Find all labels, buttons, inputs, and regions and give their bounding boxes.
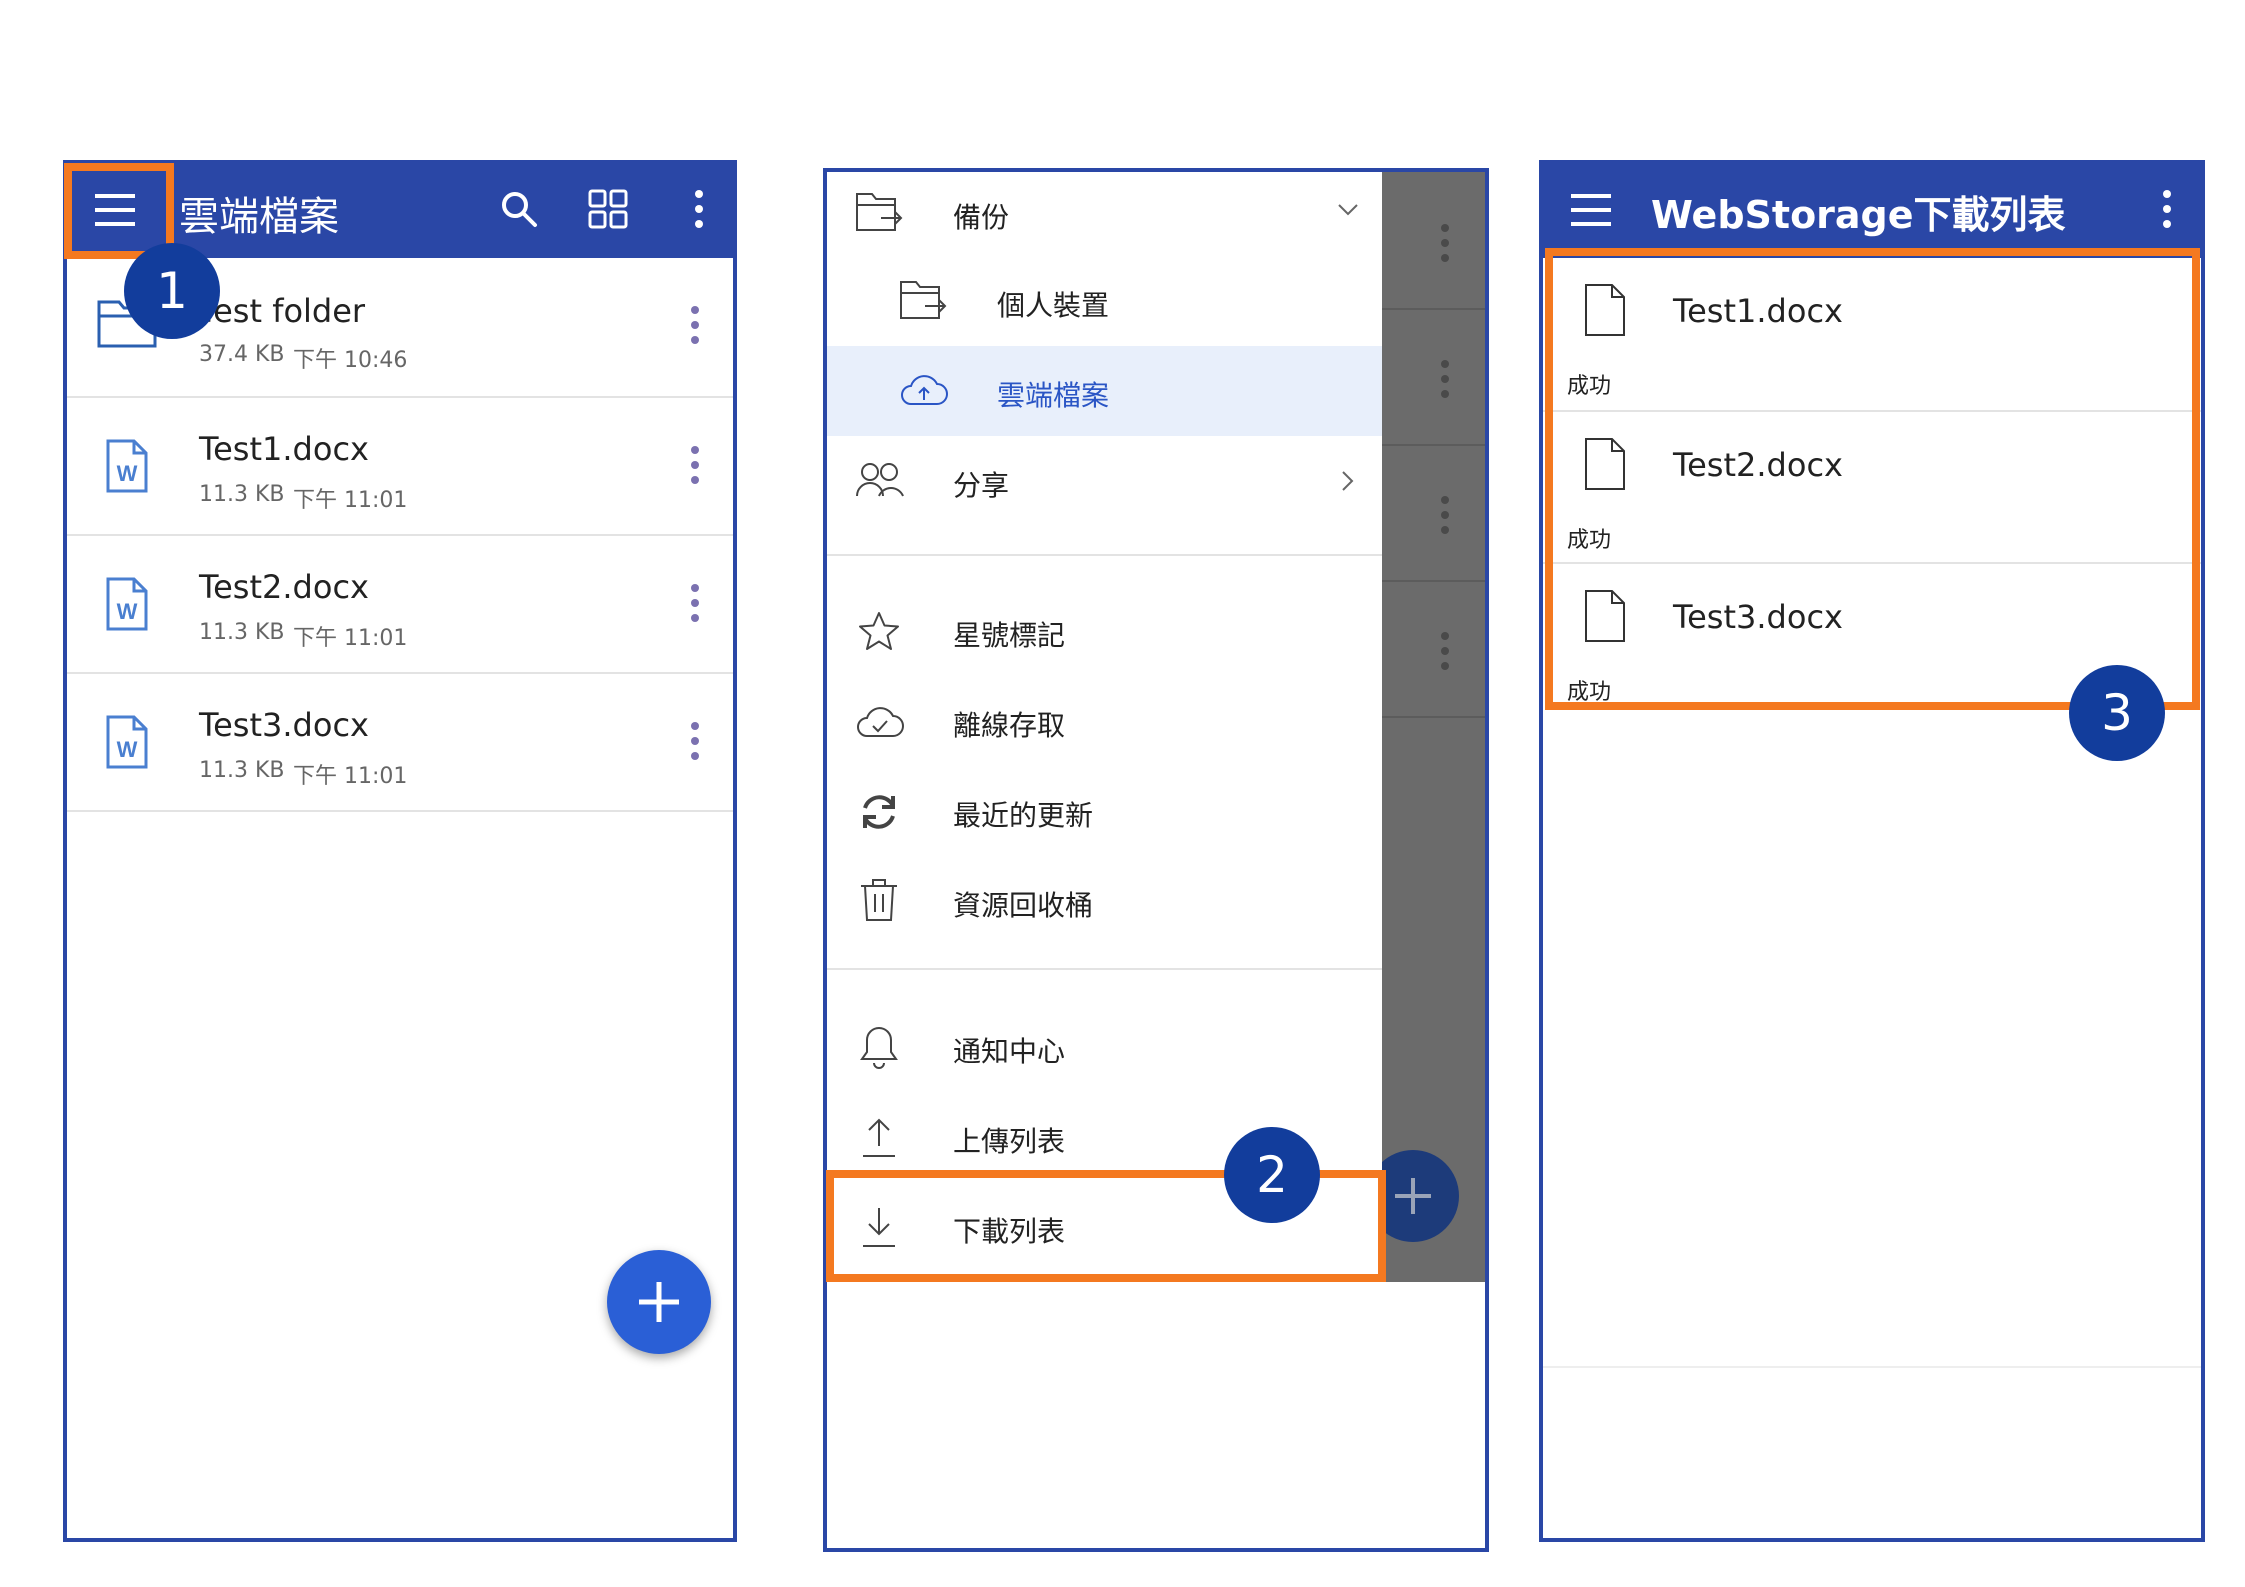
divider: [827, 554, 1382, 556]
more-vert-icon: [1441, 224, 1449, 269]
page-title: 雲端檔案: [179, 194, 339, 240]
menu-item-cloud-files[interactable]: 雲端檔案: [827, 346, 1382, 436]
plus-icon: [639, 1282, 679, 1322]
more-vert-icon: [1441, 496, 1449, 541]
menu-label-upload-list: 上傳列表: [953, 1125, 1066, 1158]
more-vert-icon[interactable]: [691, 584, 699, 629]
more-vert-icon[interactable]: [691, 722, 699, 767]
chevron-right-icon[interactable]: [1341, 470, 1355, 492]
sync-icon: [857, 790, 901, 834]
file-name: Test3.docx: [199, 706, 369, 744]
menu-item-notifications[interactable]: 通知中心: [827, 1002, 1382, 1092]
star-icon: [857, 610, 901, 652]
app-bar: WebStorage下載列表: [1543, 164, 2201, 258]
word-file-icon: W: [105, 576, 149, 632]
more-vert-icon[interactable]: [695, 190, 703, 235]
menu-label-trash: 資源回收桶: [953, 889, 1094, 922]
file-name: Test folder: [199, 292, 366, 330]
svg-text:W: W: [117, 461, 138, 486]
svg-text:W: W: [117, 599, 138, 624]
svg-text:W: W: [117, 737, 138, 762]
search-icon[interactable]: [499, 189, 539, 229]
file-time: 下午 11:01: [293, 764, 408, 789]
grid-view-icon[interactable]: [587, 188, 629, 230]
menu-label-notifications: 通知中心: [953, 1035, 1066, 1068]
list-item[interactable]: W Test2.docx 11.3 KB 下午 11:01: [67, 536, 733, 672]
background-scrim: [1382, 172, 1485, 1282]
panel-navigation-drawer: 備份 個人裝置 雲端檔案 分享 星號標記 離線存取 最近的更新 資源回收桶 通知…: [823, 168, 1489, 1552]
menu-label-offline: 離線存取: [953, 709, 1066, 742]
menu-label-recent: 最近的更新: [953, 799, 1094, 832]
more-vert-icon: [1441, 632, 1449, 677]
file-name: Test1.docx: [199, 430, 369, 468]
divider: [1382, 444, 1485, 446]
file-time: 下午 11:01: [293, 626, 408, 651]
highlight-download-items: [1545, 248, 2200, 710]
backup-folder-icon: [855, 190, 905, 234]
list-item[interactable]: W Test3.docx 11.3 KB 下午 11:01: [67, 674, 733, 810]
menu-icon[interactable]: [1569, 188, 1613, 232]
menu-item-offline[interactable]: 離線存取: [827, 676, 1382, 766]
navigation-drawer: 備份 個人裝置 雲端檔案 分享 星號標記 離線存取 最近的更新 資源回收桶 通知…: [827, 172, 1382, 1548]
file-time: 下午 10:46: [293, 348, 408, 373]
menu-label-personal-device: 個人裝置: [997, 289, 1110, 322]
file-size: 37.4 KB: [199, 342, 285, 367]
divider: [67, 810, 733, 812]
trash-icon: [859, 876, 899, 924]
word-file-icon: W: [105, 438, 149, 494]
file-size: 11.3 KB: [199, 758, 285, 783]
menu-label-cloud-files: 雲端檔案: [997, 379, 1110, 412]
panel-cloud-files: 雲端檔案 Test folder 37.4 KB 下午 10:46 W Test…: [63, 160, 737, 1542]
more-vert-icon[interactable]: [691, 446, 699, 491]
cloud-icon: [899, 368, 949, 412]
file-name: Test2.docx: [199, 568, 369, 606]
menu-item-trash[interactable]: 資源回收桶: [827, 856, 1382, 946]
file-size: 11.3 KB: [199, 482, 285, 507]
people-icon: [855, 460, 905, 500]
menu-label-backup: 備份: [953, 201, 1010, 234]
step-badge: 3: [2069, 665, 2165, 761]
step-badge: 1: [124, 243, 220, 339]
divider: [1543, 1366, 2201, 1368]
more-vert-icon[interactable]: [2163, 190, 2171, 235]
menu-item-recent[interactable]: 最近的更新: [827, 766, 1382, 856]
divider: [827, 968, 1382, 970]
file-time: 下午 11:01: [293, 488, 408, 513]
add-button[interactable]: [607, 1250, 711, 1354]
step-badge: 2: [1224, 1127, 1320, 1223]
backup-folder-icon: [899, 278, 949, 322]
divider: [1382, 308, 1485, 310]
menu-label-starred: 星號標記: [953, 619, 1066, 652]
upload-icon: [859, 1114, 899, 1160]
menu-item-backup[interactable]: 備份: [827, 172, 1382, 256]
menu-item-starred[interactable]: 星號標記: [827, 586, 1382, 676]
menu-label-share: 分享: [953, 469, 1010, 502]
divider: [1382, 716, 1485, 718]
chevron-down-icon[interactable]: [1337, 202, 1359, 216]
list-item[interactable]: W Test1.docx 11.3 KB 下午 11:01: [67, 398, 733, 534]
menu-item-share[interactable]: 分享: [827, 436, 1382, 526]
file-size: 11.3 KB: [199, 620, 285, 645]
word-file-icon: W: [105, 714, 149, 770]
bell-icon: [857, 1024, 901, 1070]
divider: [1382, 580, 1485, 582]
cloud-check-icon: [855, 702, 905, 740]
more-vert-icon: [1441, 360, 1449, 405]
page-title: WebStorage下載列表: [1651, 193, 2066, 237]
more-vert-icon[interactable]: [691, 306, 699, 351]
menu-item-personal-device[interactable]: 個人裝置: [827, 256, 1382, 346]
